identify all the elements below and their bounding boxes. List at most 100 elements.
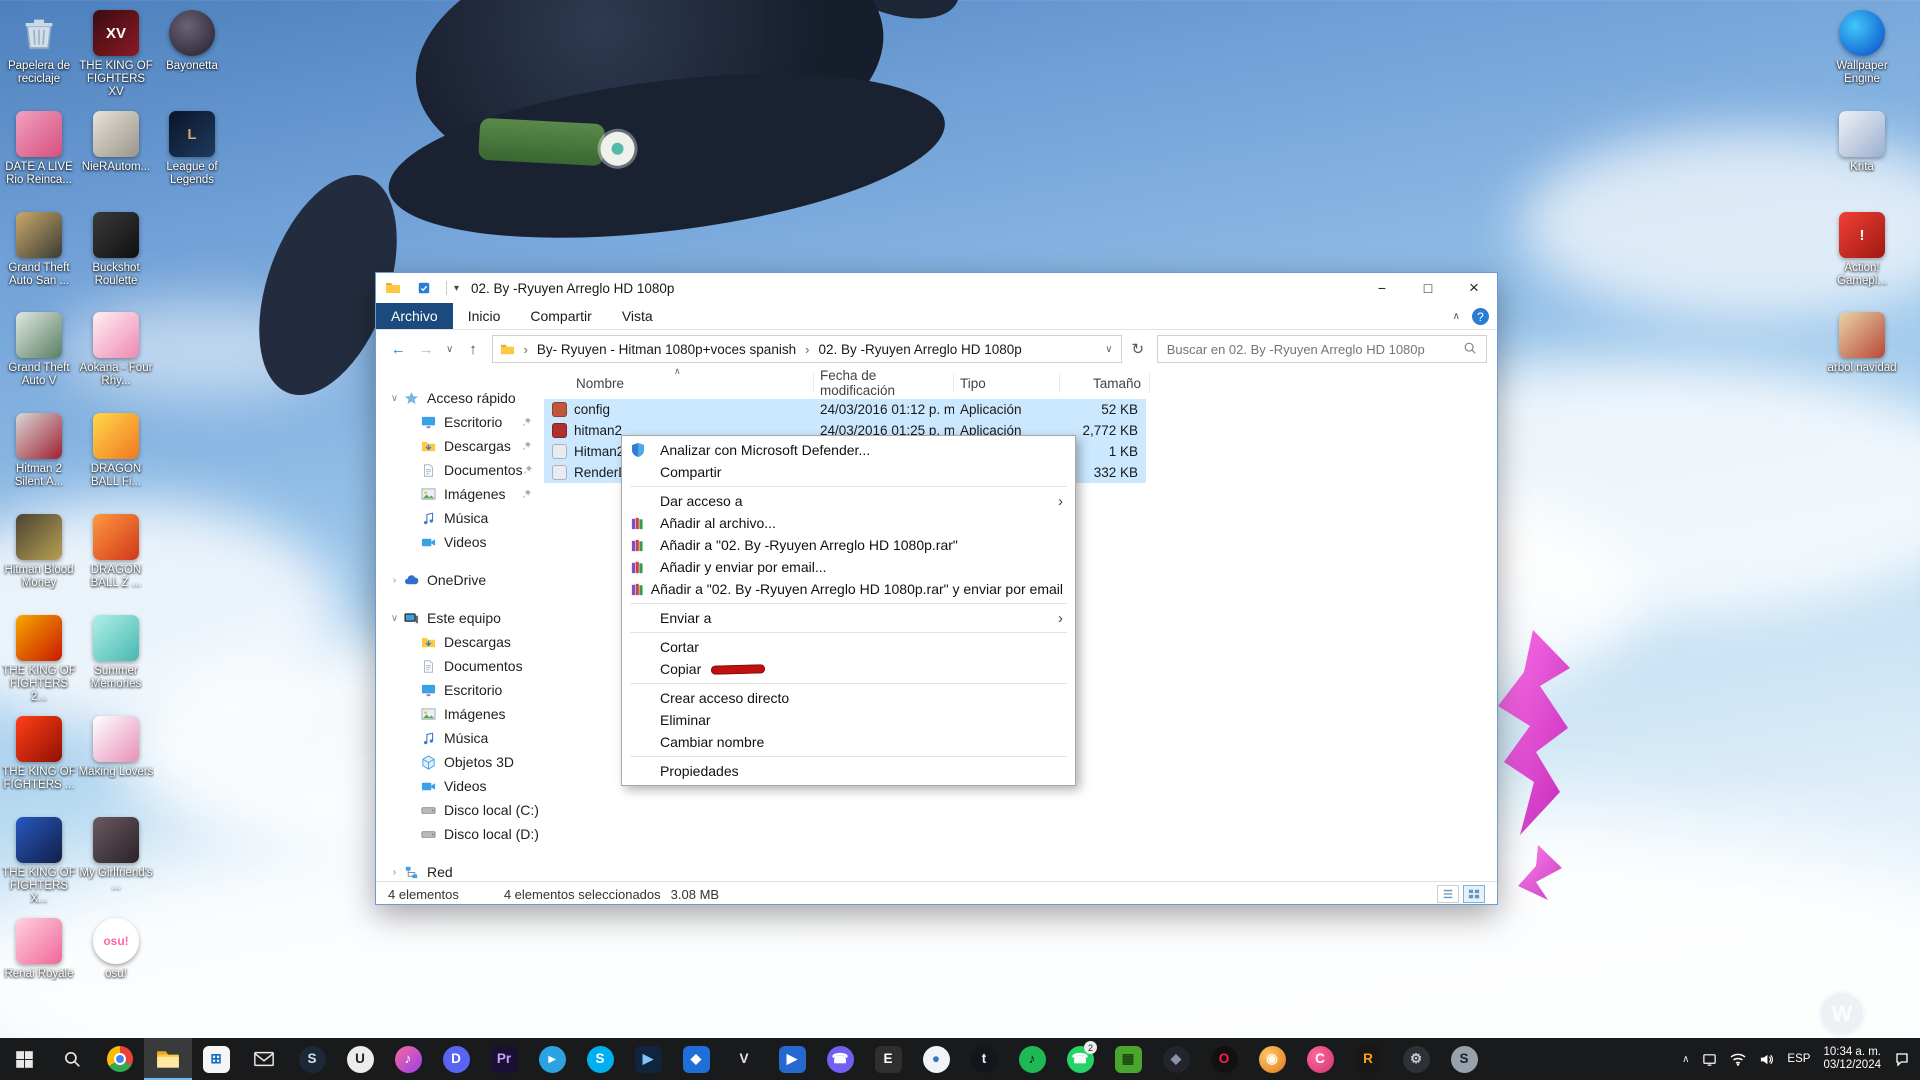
sidebar-item-este-equipo[interactable]: ∨ Este equipo: [376, 606, 544, 630]
t-app-taskbar-icon[interactable]: t: [960, 1038, 1008, 1080]
v-app-taskbar-icon[interactable]: V: [720, 1038, 768, 1080]
sidebar-item-videos[interactable]: Videos: [376, 530, 544, 554]
desktop-icon-renai-royale[interactable]: Renai Royale: [1, 918, 77, 981]
desktop-icon-my-girlfriend-s[interactable]: My Girlfriend's ...: [78, 817, 154, 893]
sidebar-item-descargas[interactable]: Descargas: [376, 434, 544, 458]
breadcrumb-current[interactable]: 02. By -Ryuyen Arreglo HD 1080p: [809, 342, 1030, 357]
desktop-icon-league-of-legends[interactable]: L League of Legends: [154, 111, 230, 187]
itunes-taskbar-icon[interactable]: ♪: [384, 1038, 432, 1080]
orange-app-taskbar-icon[interactable]: ◉: [1248, 1038, 1296, 1080]
sidebar-item-objetos-3d[interactable]: Objetos 3D: [376, 750, 544, 774]
desktop-icon-hitman-blood-money[interactable]: Hitman Blood Money: [1, 514, 77, 590]
steam-gray-taskbar-icon[interactable]: S: [1440, 1038, 1488, 1080]
context-menu-item-a-adir-y-enviar-por-email[interactable]: Añadir y enviar por email...: [622, 556, 1075, 578]
sidebar-item-im-genes[interactable]: Imágenes: [376, 702, 544, 726]
column-header-tamano[interactable]: Tamaño: [1060, 373, 1150, 393]
sidebar-item-documentos[interactable]: Documentos: [376, 654, 544, 678]
desktop-icon-wallpaper-engine[interactable]: Wallpaper Engine: [1824, 10, 1900, 86]
sidebar-item-disco-local-c[interactable]: Disco local (C:): [376, 798, 544, 822]
desktop-icon-osu[interactable]: osu! osu!: [78, 918, 154, 981]
minecraft-taskbar-icon[interactable]: ▦: [1104, 1038, 1152, 1080]
desktop-icon-making-lovers[interactable]: Making Lovers: [78, 716, 154, 779]
context-menu-item-dar-acceso-a[interactable]: Dar acceso a ›: [622, 490, 1075, 512]
desktop-icon-aokana-four-rhy[interactable]: Aokana - Four Rhy...: [78, 312, 154, 388]
desktop-icon-bayonetta[interactable]: Bayonetta: [154, 10, 230, 73]
thumbnails-view-button[interactable]: [1463, 885, 1485, 903]
tab-inicio[interactable]: Inicio: [453, 303, 516, 329]
context-menu-item-cortar[interactable]: Cortar: [622, 636, 1075, 658]
premiere-pro-taskbar-icon[interactable]: Pr: [480, 1038, 528, 1080]
file-row-config[interactable]: config 24/03/2016 01:12 p. m. Aplicación 52…: [544, 399, 1146, 420]
context-menu-item-a-adir-al-archivo[interactable]: Añadir al archivo...: [622, 512, 1075, 534]
show-hidden-icons-icon[interactable]: ∧: [1682, 1054, 1689, 1065]
sidebar-item-documentos[interactable]: Documentos: [376, 458, 544, 482]
sidebar-item-descargas[interactable]: Descargas: [376, 630, 544, 654]
microsoft-store-taskbar-icon[interactable]: ⊞: [192, 1038, 240, 1080]
desktop-icon-buckshot-roulette[interactable]: Buckshot Roulette: [78, 212, 154, 288]
context-menu-item-cambiar-nombre[interactable]: Cambiar nombre: [622, 731, 1075, 753]
context-menu-item-propiedades[interactable]: Propiedades: [622, 760, 1075, 782]
clock[interactable]: 10:34 a. m. 03/12/2024: [1823, 1046, 1881, 1073]
action-center-icon[interactable]: [1894, 1051, 1910, 1067]
sidebar-item-escritorio[interactable]: Escritorio: [376, 410, 544, 434]
prime-video-taskbar-icon[interactable]: ▶: [624, 1038, 672, 1080]
desktop-icon-summer-memories[interactable]: Summer Memories: [78, 615, 154, 691]
volume-icon[interactable]: [1759, 1052, 1774, 1067]
expander-chevron-icon[interactable]: ›: [386, 867, 403, 878]
context-menu-item-copiar[interactable]: Copiar: [622, 658, 1075, 680]
forward-button[interactable]: →: [414, 336, 439, 362]
display-tray-icon[interactable]: [1702, 1052, 1717, 1067]
breadcrumb-parent[interactable]: By- Ryuyen - Hitman 1080p+voces spanish: [528, 342, 805, 357]
sidebar-item-acceso-r-pido[interactable]: ∨ Acceso rápido: [376, 386, 544, 410]
column-header-fecha[interactable]: Fecha de modificación: [814, 368, 954, 398]
context-menu-item-a-adir-a-02-by-ryuyen-arreglo-hd-1080p-rar[interactable]: Añadir a "02. By -Ryuyen Arreglo HD 1080…: [622, 534, 1075, 556]
desktop-icon-nierautom[interactable]: NieRAutom...: [78, 111, 154, 174]
search-icon[interactable]: [1463, 341, 1477, 358]
recent-locations-dropdown-icon[interactable]: ∨: [442, 336, 458, 362]
close-button[interactable]: ×: [1451, 273, 1497, 303]
candy-app-taskbar-icon[interactable]: C: [1296, 1038, 1344, 1080]
gear-app-taskbar-icon[interactable]: ⚙: [1392, 1038, 1440, 1080]
discord-taskbar-icon[interactable]: D: [432, 1038, 480, 1080]
tab-compartir[interactable]: Compartir: [515, 303, 606, 329]
minimize-button[interactable]: −: [1359, 273, 1405, 303]
desktop-icon-the-king-of-fighters[interactable]: THE KING OF FIGHTERS ...: [1, 716, 77, 792]
qat-properties-icon[interactable]: [415, 280, 432, 297]
dark-app-taskbar-icon[interactable]: ◆: [1152, 1038, 1200, 1080]
sidebar-item-red[interactable]: › Red: [376, 860, 544, 881]
language-indicator[interactable]: ESP: [1787, 1053, 1810, 1065]
sidebar-item-m-sica[interactable]: Música: [376, 726, 544, 750]
telegram-taskbar-icon[interactable]: ▸: [528, 1038, 576, 1080]
context-menu-item-eliminar[interactable]: Eliminar: [622, 709, 1075, 731]
sidebar-item-onedrive[interactable]: › OneDrive: [376, 568, 544, 592]
desktop-icon-krita[interactable]: Krita: [1824, 111, 1900, 174]
desktop-icon-hitman-2-silent-a[interactable]: Hitman 2 Silent A...: [1, 413, 77, 489]
desktop-icon-the-king-of-fighters-x[interactable]: THE KING OF FIGHTERS X...: [1, 817, 77, 906]
sidebar-item-im-genes[interactable]: Imágenes: [376, 482, 544, 506]
up-button[interactable]: ↑: [461, 336, 486, 362]
skype-taskbar-icon[interactable]: S: [576, 1038, 624, 1080]
address-dropdown-icon[interactable]: ∨: [1097, 344, 1121, 355]
sidebar-item-disco-local-d[interactable]: Disco local (D:): [376, 822, 544, 846]
expander-chevron-icon[interactable]: ∨: [386, 393, 403, 404]
qat-customize-dropdown-icon[interactable]: ▾: [454, 283, 459, 294]
sidebar-item-m-sica[interactable]: Música: [376, 506, 544, 530]
context-menu-item-enviar-a[interactable]: Enviar a ›: [622, 607, 1075, 629]
search-input[interactable]: [1166, 341, 1463, 357]
context-menu-item-compartir[interactable]: Compartir: [622, 461, 1075, 483]
desktop-icon-the-king-of-fighters-2[interactable]: THE KING OF FIGHTERS 2...: [1, 615, 77, 704]
search-box[interactable]: [1156, 335, 1487, 363]
desktop-icon-grand-theft-auto-san[interactable]: Grand Theft Auto San ...: [1, 212, 77, 288]
context-menu-item-analizar-con-microsoft-defender[interactable]: Analizar con Microsoft Defender...: [622, 439, 1075, 461]
action-recorder-taskbar-icon[interactable]: ●: [912, 1038, 960, 1080]
rockstar-taskbar-icon[interactable]: R: [1344, 1038, 1392, 1080]
desktop-icon-grand-theft-auto-v[interactable]: Grand Theft Auto V: [1, 312, 77, 388]
address-bar[interactable]: › By- Ryuyen - Hitman 1080p+voces spanis…: [492, 335, 1122, 363]
tab-vista[interactable]: Vista: [607, 303, 668, 329]
desktop-icon-the-king-of-fighters-xv[interactable]: XV THE KING OF FIGHTERS XV: [78, 10, 154, 99]
sidebar-item-escritorio[interactable]: Escritorio: [376, 678, 544, 702]
context-menu-item-a-adir-a-02-by-ryuyen-arreglo-hd-1080p-rar-y-enviar-por-email[interactable]: Añadir a "02. By -Ryuyen Arreglo HD 1080…: [622, 578, 1075, 600]
maximize-button[interactable]: □: [1405, 273, 1451, 303]
desktop-icon-dragon-ball-fi[interactable]: DRAGON BALL Fi...: [78, 413, 154, 489]
movies-app-taskbar-icon[interactable]: ▶: [768, 1038, 816, 1080]
